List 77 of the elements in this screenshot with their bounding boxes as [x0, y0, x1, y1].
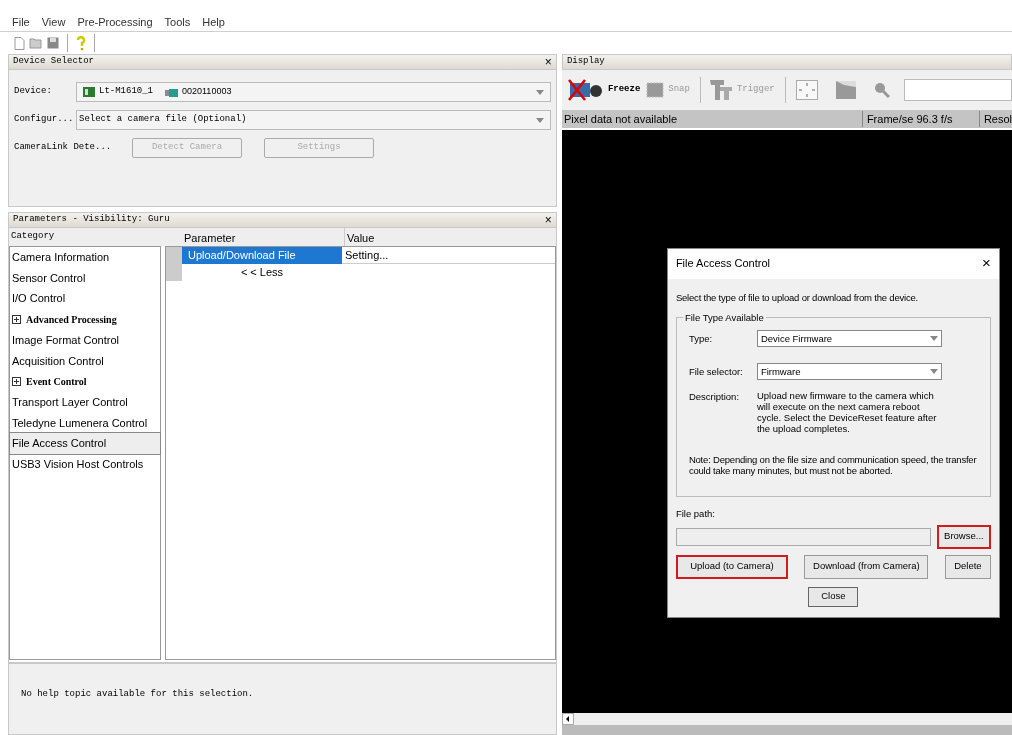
dropdown-arrow-icon [929, 369, 938, 375]
type-dropdown[interactable]: Device Firmware [756, 330, 942, 348]
category-item[interactable]: Advanced Processing [10, 309, 160, 330]
camera-icon [165, 87, 178, 97]
dialog-title: File Access Control [675, 256, 771, 272]
category-item[interactable]: Camera Information [10, 247, 160, 268]
expand-icon[interactable] [12, 376, 21, 386]
field-label: Type: [688, 331, 714, 346]
value-cell[interactable]: Setting... [342, 247, 555, 264]
field-label: Configur... [14, 113, 75, 127]
camera-file-dropdown[interactable]: Select a camera file (Optional) [76, 110, 551, 130]
help-icon[interactable] [76, 35, 86, 51]
category-item[interactable]: USB3 Vision Host Controls [10, 453, 160, 475]
category-item[interactable]: Teledyne Lumenera Control [10, 412, 160, 434]
save-icon[interactable] [47, 37, 59, 49]
field-label: Device: [14, 85, 53, 99]
action-button[interactable]: Delete [944, 554, 991, 579]
column-header: Parameter [184, 231, 237, 246]
note-text: Note: Depending on the file size and communication speed, the transfer could take many minutes, but must not be aborted. [688, 454, 978, 477]
category-item[interactable]: File Access Control [10, 433, 160, 454]
category-item[interactable]: I/O Control [10, 288, 160, 310]
group-title: File Type Available [682, 311, 766, 326]
close-button[interactable]: × [544, 56, 552, 68]
trigger-icon[interactable] [708, 79, 733, 101]
search-icon[interactable] [873, 82, 890, 98]
close-button[interactable]: × [982, 252, 991, 275]
status-text: Resol [978, 110, 1012, 128]
intro-text: Select the type of file to upload or download from the device. [675, 291, 920, 305]
description-text: Upload new firmware to the camera which will execute on the next camera reboot cycle. Select the DeviceReset feature after the upload completes. [756, 390, 937, 435]
less-link[interactable]: < < Less [182, 264, 342, 281]
field-label: CameraLink Dete... [14, 141, 113, 155]
menu-item[interactable]: File [12, 14, 30, 31]
category-item[interactable]: Event Control [10, 371, 160, 392]
frame-icon[interactable] [646, 82, 665, 98]
menu-item[interactable]: Pre-Processing [77, 14, 153, 31]
device-dropdown[interactable]: Lt-M1610_1 0020110003 [76, 82, 551, 102]
dropdown-arrow-icon [929, 336, 938, 342]
column-header: Category [10, 230, 56, 243]
camera-off-icon[interactable] [565, 77, 604, 103]
category-item[interactable]: Image Format Control [10, 329, 160, 351]
action-button[interactable]: Download (from Camera) [804, 554, 929, 579]
dropdown-arrow-icon [535, 89, 544, 95]
dropdown-arrow-icon [535, 117, 544, 123]
zoom-field[interactable] [903, 79, 1012, 101]
expand-icon[interactable] [12, 314, 21, 324]
category-item[interactable]: Acquisition Control [10, 350, 160, 372]
category-item[interactable]: Sensor Control [10, 267, 160, 289]
status-text: Frame/se 96.3 f/s [861, 110, 979, 128]
file-selector-dropdown[interactable]: Firmware [756, 363, 942, 381]
panel-title: Display [566, 55, 605, 69]
file-path-field[interactable] [675, 527, 931, 546]
category-item[interactable]: Transport Layer Control [10, 391, 160, 413]
menu-item[interactable]: Tools [164, 14, 191, 31]
help-text: No help topic available for this selection. [21, 689, 254, 699]
scroll-left-icon[interactable] [561, 713, 574, 725]
toolbar-button[interactable]: Freeze [607, 83, 641, 97]
device-serial: 0020110003 [182, 85, 232, 99]
field-label: File path: [675, 507, 716, 522]
field-label: Description: [688, 390, 741, 405]
close-button[interactable]: × [544, 214, 552, 226]
field-label: File selector: [688, 364, 744, 379]
panel-title: Parameters - Visibility: Guru [13, 213, 170, 227]
menu-item[interactable]: View [41, 14, 66, 31]
new-file-icon[interactable] [14, 36, 25, 50]
action-button[interactable]: Upload (to Camera) [675, 554, 788, 579]
image-icon[interactable] [835, 81, 856, 99]
status-text: Pixel data not available [562, 111, 678, 127]
browse-button[interactable]: Browse... [936, 524, 991, 549]
dropdown-placeholder: Select a camera file (Optional) [79, 113, 248, 127]
panel-title: Device Selector [13, 55, 94, 69]
close-dialog-button[interactable]: Close [808, 586, 859, 607]
folder-icon[interactable] [29, 37, 43, 49]
device-name: Lt-M1610_1 [99, 85, 153, 99]
board-icon [83, 87, 95, 97]
menu-item[interactable]: Help [202, 14, 225, 31]
parameter-cell[interactable]: Upload/Download File [182, 247, 342, 264]
fit-icon[interactable] [795, 80, 818, 100]
